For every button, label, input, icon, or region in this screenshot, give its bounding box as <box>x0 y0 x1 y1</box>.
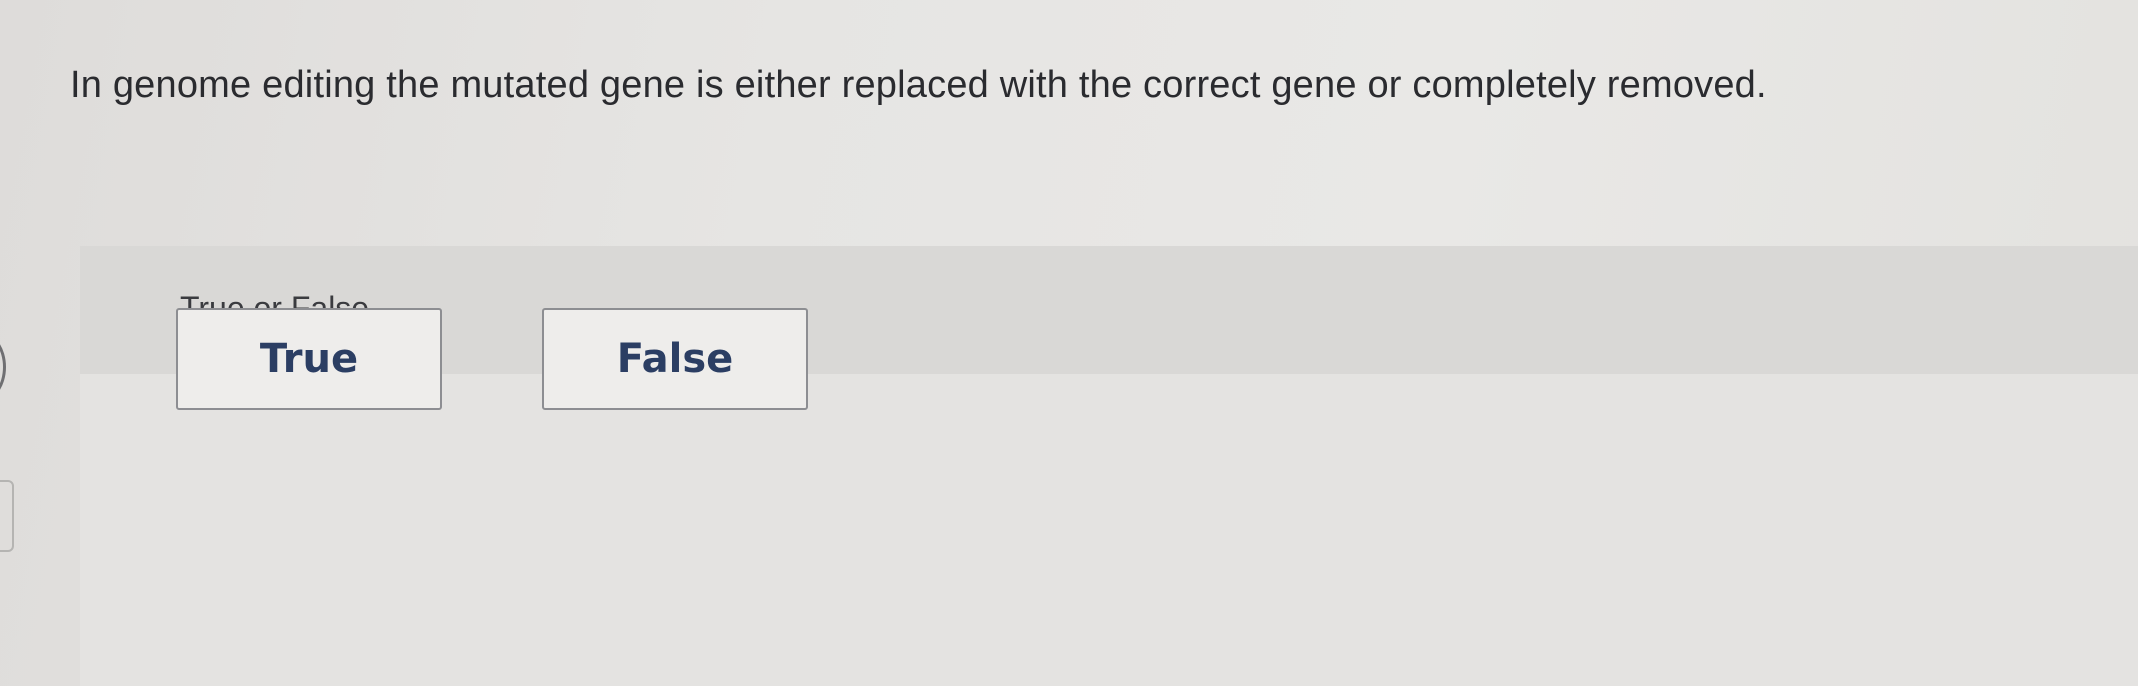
false-button[interactable]: False <box>542 308 808 410</box>
page-edge-arc <box>0 332 6 402</box>
question-text: In genome editing the mutated gene is ei… <box>70 64 1767 106</box>
page-edge-box <box>0 480 14 552</box>
true-button-label: True <box>259 336 359 382</box>
answer-options <box>80 374 2138 686</box>
false-button-label: False <box>616 336 734 382</box>
true-button[interactable]: True <box>176 308 442 410</box>
